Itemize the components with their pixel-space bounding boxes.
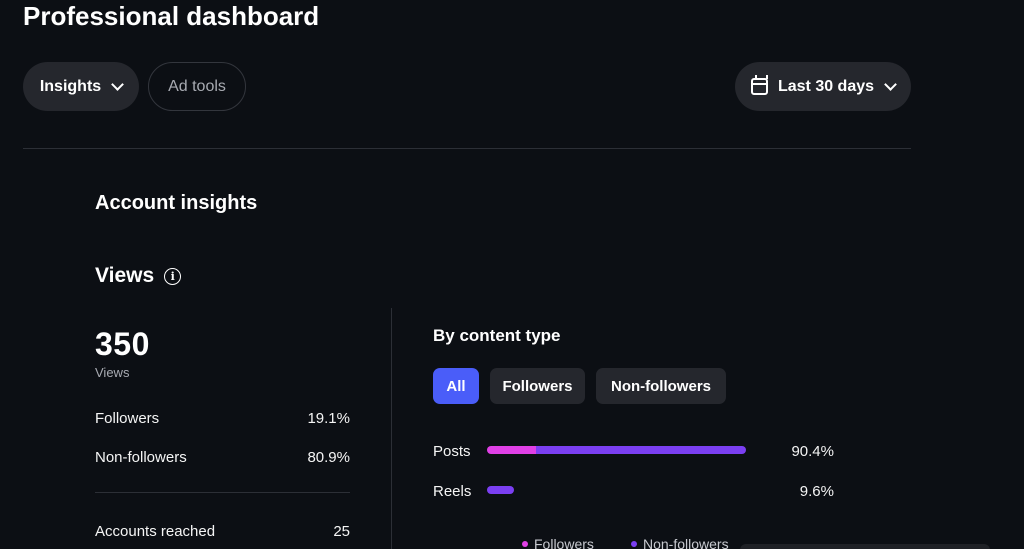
stat-label: Accounts reached	[95, 523, 216, 540]
views-total: 350	[95, 326, 150, 362]
ad-tools-button[interactable]: Ad tools	[148, 62, 246, 111]
bar-label-reels: Reels	[433, 483, 472, 500]
legend-label: Followers	[534, 536, 594, 549]
views-total-label: Views	[95, 365, 130, 380]
date-range-dropdown[interactable]: Last 30 days	[735, 62, 911, 111]
column-divider	[391, 308, 392, 549]
stat-label: Followers	[95, 410, 160, 427]
bar-segment-followers	[487, 446, 536, 454]
legend-label: Non-followers	[643, 536, 729, 549]
date-range-label: Last 30 days	[777, 77, 875, 95]
filter-chip-non-followers[interactable]: Non-followers	[596, 368, 726, 404]
stat-label: Non-followers	[95, 449, 187, 466]
tooltip-panel	[740, 544, 990, 549]
legend-dot-non-followers	[631, 541, 637, 547]
filter-chip-all[interactable]: All	[433, 368, 479, 404]
bar-label-posts: Posts	[433, 443, 471, 460]
stat-row-accounts-reached[interactable]: Accounts reached 25	[95, 523, 350, 540]
legend-item-non-followers: Non-followers	[631, 536, 729, 549]
bar-value-reels: 9.6%	[799, 483, 834, 500]
insights-label: Insights	[39, 77, 102, 95]
stat-row-followers: Followers 19.1%	[95, 410, 350, 427]
bar-reels	[487, 486, 514, 494]
page-title: Professional dashboard	[23, 1, 320, 31]
info-icon[interactable]: i	[164, 267, 182, 285]
stat-value: 80.9%	[307, 449, 350, 466]
section-title: Account insights	[95, 192, 258, 214]
chevron-down-icon	[111, 77, 125, 91]
insights-dropdown[interactable]: Insights	[23, 62, 139, 111]
stat-row-non-followers: Non-followers 80.9%	[95, 449, 350, 466]
ad-tools-label: Ad tools	[168, 77, 226, 95]
content-type-title: By content type	[433, 326, 561, 345]
bar-segment-non-followers	[487, 486, 514, 494]
filter-chip-followers[interactable]: Followers	[490, 368, 585, 404]
legend-dot-followers	[522, 541, 528, 547]
views-heading: Views i	[95, 264, 182, 288]
chevron-down-icon	[884, 77, 897, 91]
bar-value-posts: 90.4%	[791, 443, 834, 460]
header-divider	[23, 148, 911, 149]
stat-value: 19.1%	[307, 410, 350, 427]
calendar-icon	[750, 75, 768, 95]
stat-value: 25	[333, 523, 350, 540]
bar-posts	[487, 446, 746, 454]
legend-item-followers: Followers	[522, 536, 594, 549]
stats-divider	[95, 492, 350, 493]
views-heading-label: Views	[95, 264, 155, 287]
bar-segment-non-followers	[536, 446, 746, 454]
